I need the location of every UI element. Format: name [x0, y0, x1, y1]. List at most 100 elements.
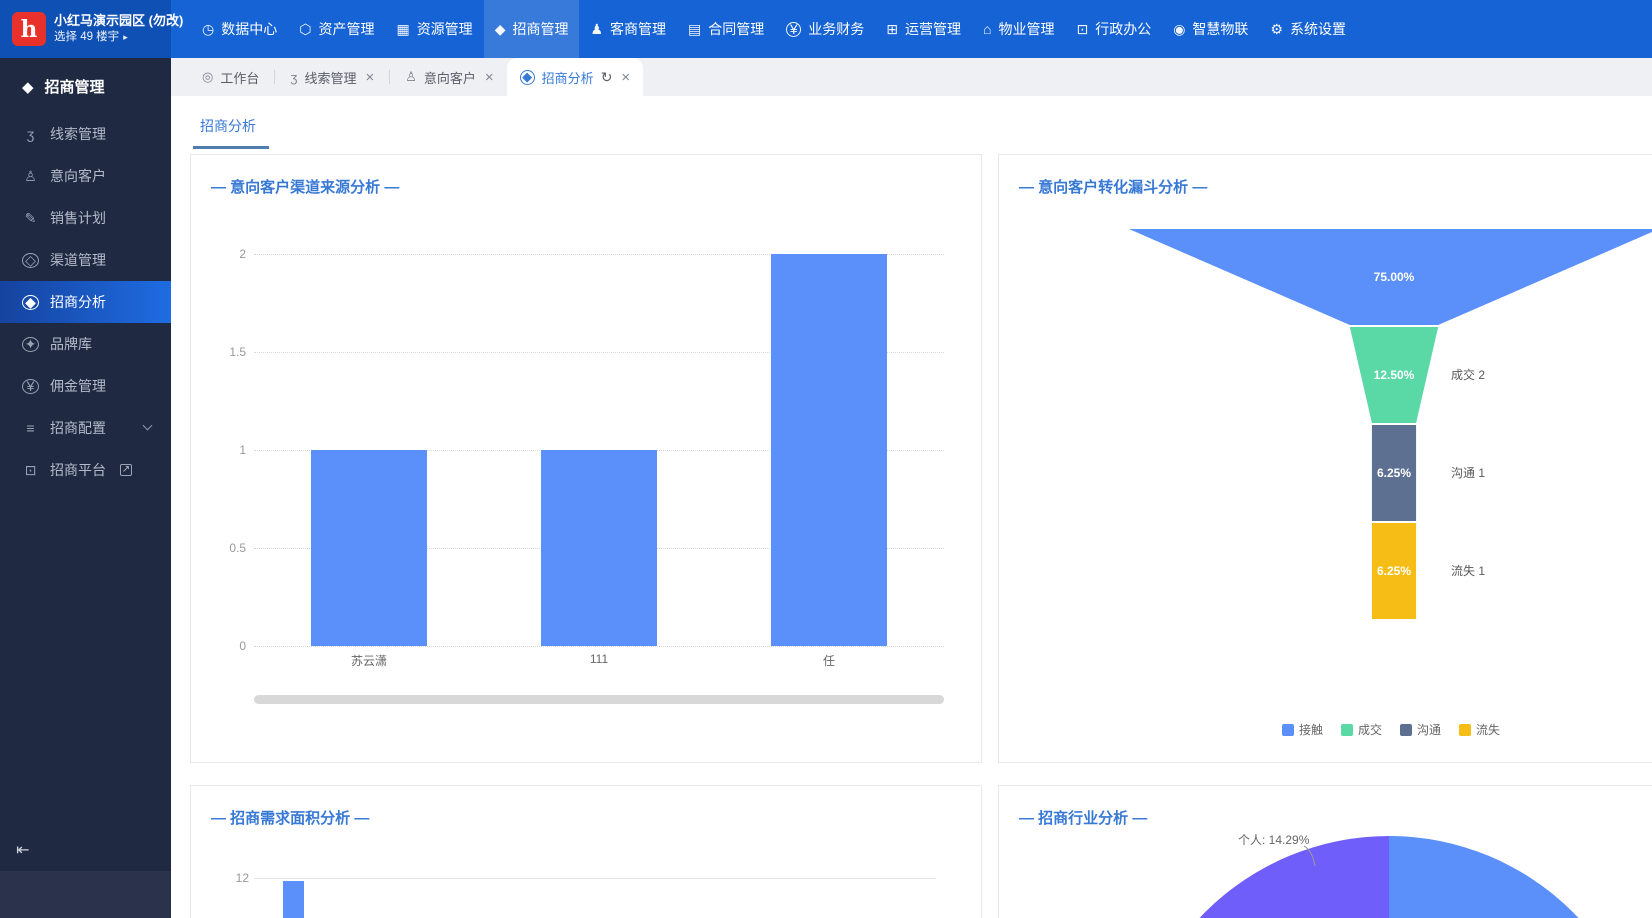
sidebar-item-intent[interactable]: ♙ 意向客户 — [0, 155, 171, 197]
sidebar-item-label: 渠道管理 — [50, 250, 106, 270]
sidebar-item-label: 销售计划 — [50, 208, 106, 228]
settings-icon: ⚙ — [1270, 21, 1283, 38]
y-axis-tick: 0 — [206, 639, 246, 653]
sidebar-item-label: 线索管理 — [50, 124, 106, 144]
tab-analysis[interactable]: ◆招商分析↻× — [507, 58, 644, 96]
resource-icon: ▦ — [396, 21, 409, 38]
nav-item-label: 运营管理 — [905, 19, 961, 39]
sidebar-item-config[interactable]: ≡招商配置 — [0, 407, 171, 449]
data-center-icon: ◷ — [202, 21, 214, 38]
brand-text: 小红马演示园区 (勿改) 选择 49 楼宇 ▸ — [54, 13, 183, 45]
legend-swatch — [1400, 724, 1412, 736]
y-axis-tick: 2 — [206, 247, 246, 261]
subtab-analysis[interactable]: 招商分析 — [200, 116, 256, 136]
refresh-icon[interactable]: ↻ — [601, 69, 613, 86]
legend-label: 沟通 — [1417, 721, 1441, 738]
tab-intent[interactable]: ♙意向客户× — [392, 58, 506, 96]
analysis-icon: ◆ — [520, 70, 535, 85]
funnel-pct-label: 12.50% — [1374, 368, 1415, 382]
legend-item-接触[interactable]: 接触 — [1282, 721, 1323, 738]
nav-item-contract[interactable]: ▤合同管理 — [677, 0, 775, 58]
brand-block: h 小红马演示园区 (勿改) 选择 49 楼宇 ▸ — [0, 0, 171, 58]
tab-divider — [274, 70, 275, 84]
asset-icon: ⬡ — [299, 21, 311, 38]
commission-icon: ¥ — [22, 379, 39, 394]
nav-item-label: 客商管理 — [610, 19, 666, 39]
sidebar-title-label: 招商管理 — [45, 76, 105, 97]
tab-label: 线索管理 — [304, 68, 356, 87]
finance-icon: ¥ — [786, 22, 801, 37]
legend-label: 成交 — [1358, 721, 1382, 738]
tab-label: 意向客户 — [424, 68, 476, 87]
tab-clue[interactable]: ʒ线索管理× — [277, 58, 387, 96]
nav-item-label: 资产管理 — [318, 19, 374, 39]
operations-icon: ⊞ — [886, 21, 898, 38]
sidebar-item-label: 招商分析 — [50, 292, 106, 312]
x-axis-label: 111 — [534, 652, 664, 666]
legend-item-成交[interactable]: 成交 — [1341, 721, 1382, 738]
industry-pie-chart-card: 招商行业分析 个人: 14.29% — [998, 785, 1652, 918]
nav-item-admin-office[interactable]: ⊡行政办公 — [1065, 0, 1162, 58]
sidebar-item-channel[interactable]: ◇渠道管理 — [0, 239, 171, 281]
funnel-pct-label: 75.00% — [1374, 270, 1415, 284]
y-axis-tick: 1.5 — [206, 345, 246, 359]
y-axis-tick: 12 — [209, 871, 249, 885]
sidebar-item-platform[interactable]: ⊡招商平台↗ — [0, 449, 171, 491]
nav-item-label: 业务财务 — [808, 19, 864, 39]
nav-item-system[interactable]: ⚙ 系统设置 — [1259, 0, 1357, 58]
sidebar-item-label: 意向客户 — [50, 166, 106, 186]
close-icon[interactable]: × — [365, 69, 374, 86]
close-icon[interactable]: × — [485, 69, 494, 86]
sidebar-item-analysis[interactable]: ◆ 招商分析 — [0, 281, 171, 323]
funnel-pct-label: 6.25% — [1377, 466, 1411, 480]
gridline — [254, 646, 944, 647]
building-selector-label: 选择 49 楼宇 — [54, 30, 119, 45]
investment-icon: ◆ — [22, 78, 34, 96]
sidebar-item-sales-plan[interactable]: ✎ 销售计划 — [0, 197, 171, 239]
collapse-sidebar-icon[interactable]: ⇤ — [16, 840, 29, 860]
nav-item-label: 资源管理 — [417, 19, 473, 39]
nav-item-asset[interactable]: ⬡ 资产管理 — [288, 0, 385, 58]
park-name: 小红马演示园区 (勿改) — [54, 13, 183, 30]
funnel-chart: 75.00%12.50%成交 26.25%沟通 16.25%流失 1 — [999, 155, 1652, 715]
bar — [283, 881, 304, 918]
chevron-down-icon — [143, 421, 153, 431]
sidebar: ◆ 招商管理 ʒ 线索管理 ♙ 意向客户 ✎ 销售计划 ◇渠道管理 ◆ 招商分析 ✦品牌库¥佣金管… — [0, 58, 171, 918]
property-icon: ⌂ — [983, 21, 991, 37]
legend-item-沟通[interactable]: 沟通 — [1400, 721, 1441, 738]
nav-item-smart-iot[interactable]: ◉智慧物联 — [1162, 0, 1259, 58]
main-content: 招商分析 意向客户渠道来源分析 0 0.5 1 1.5 2 苏云潇 111 任 … — [171, 96, 1652, 918]
sidebar-item-clue[interactable]: ʒ 线索管理 — [0, 113, 171, 155]
sidebar-item-brand[interactable]: ✦品牌库 — [0, 323, 171, 365]
nav-item-resource[interactable]: ▦ 资源管理 — [385, 0, 483, 58]
tab-bar: ◎工作台ʒ线索管理×♙意向客户×◆招商分析↻× — [171, 58, 1652, 96]
chart-horizontal-scrollbar[interactable] — [254, 695, 944, 704]
gridline — [254, 878, 936, 879]
sidebar-item-commission[interactable]: ¥佣金管理 — [0, 365, 171, 407]
sales-plan-icon: ✎ — [22, 210, 39, 227]
top-nav: h 小红马演示园区 (勿改) 选择 49 楼宇 ▸ ◷数据中心 ⬡ 资产管理 ▦ 资源管… — [0, 0, 1652, 58]
nav-item-finance[interactable]: ¥ 业务财务 — [775, 0, 875, 58]
tab-workbench[interactable]: ◎工作台 — [189, 58, 272, 96]
close-icon[interactable]: × — [621, 69, 630, 86]
bar-111 — [541, 450, 657, 646]
funnel-pct-label: 6.25% — [1377, 564, 1411, 578]
nav-item-property[interactable]: ⌂物业管理 — [972, 0, 1065, 58]
legend-item-流失[interactable]: 流失 — [1459, 721, 1500, 738]
nav-item-operations[interactable]: ⊞ 运营管理 — [875, 0, 972, 58]
y-axis-tick: 1 — [206, 443, 246, 457]
platform-icon: ⊡ — [22, 462, 39, 479]
brand-icon: ✦ — [22, 337, 39, 352]
nav-item-data-center[interactable]: ◷数据中心 — [191, 0, 288, 58]
legend-label: 流失 — [1476, 721, 1500, 738]
nav-item-merchant[interactable]: ♟客商管理 — [579, 0, 677, 58]
config-icon: ≡ — [22, 420, 39, 436]
nav-item-investment[interactable]: ◆招商管理 — [484, 0, 580, 58]
funnel-chart-card: 意向客户转化漏斗分析 75.00%12.50%成交 26.25%沟通 16.25… — [998, 154, 1652, 763]
analysis-icon: ◆ — [22, 295, 39, 310]
customer-icon: ♙ — [22, 168, 39, 185]
nav-item-label: 系统设置 — [1290, 19, 1346, 39]
building-selector[interactable]: 选择 49 楼宇 ▸ — [54, 30, 183, 45]
y-axis-tick: 0.5 — [206, 541, 246, 555]
clue-icon: ʒ — [22, 126, 39, 142]
